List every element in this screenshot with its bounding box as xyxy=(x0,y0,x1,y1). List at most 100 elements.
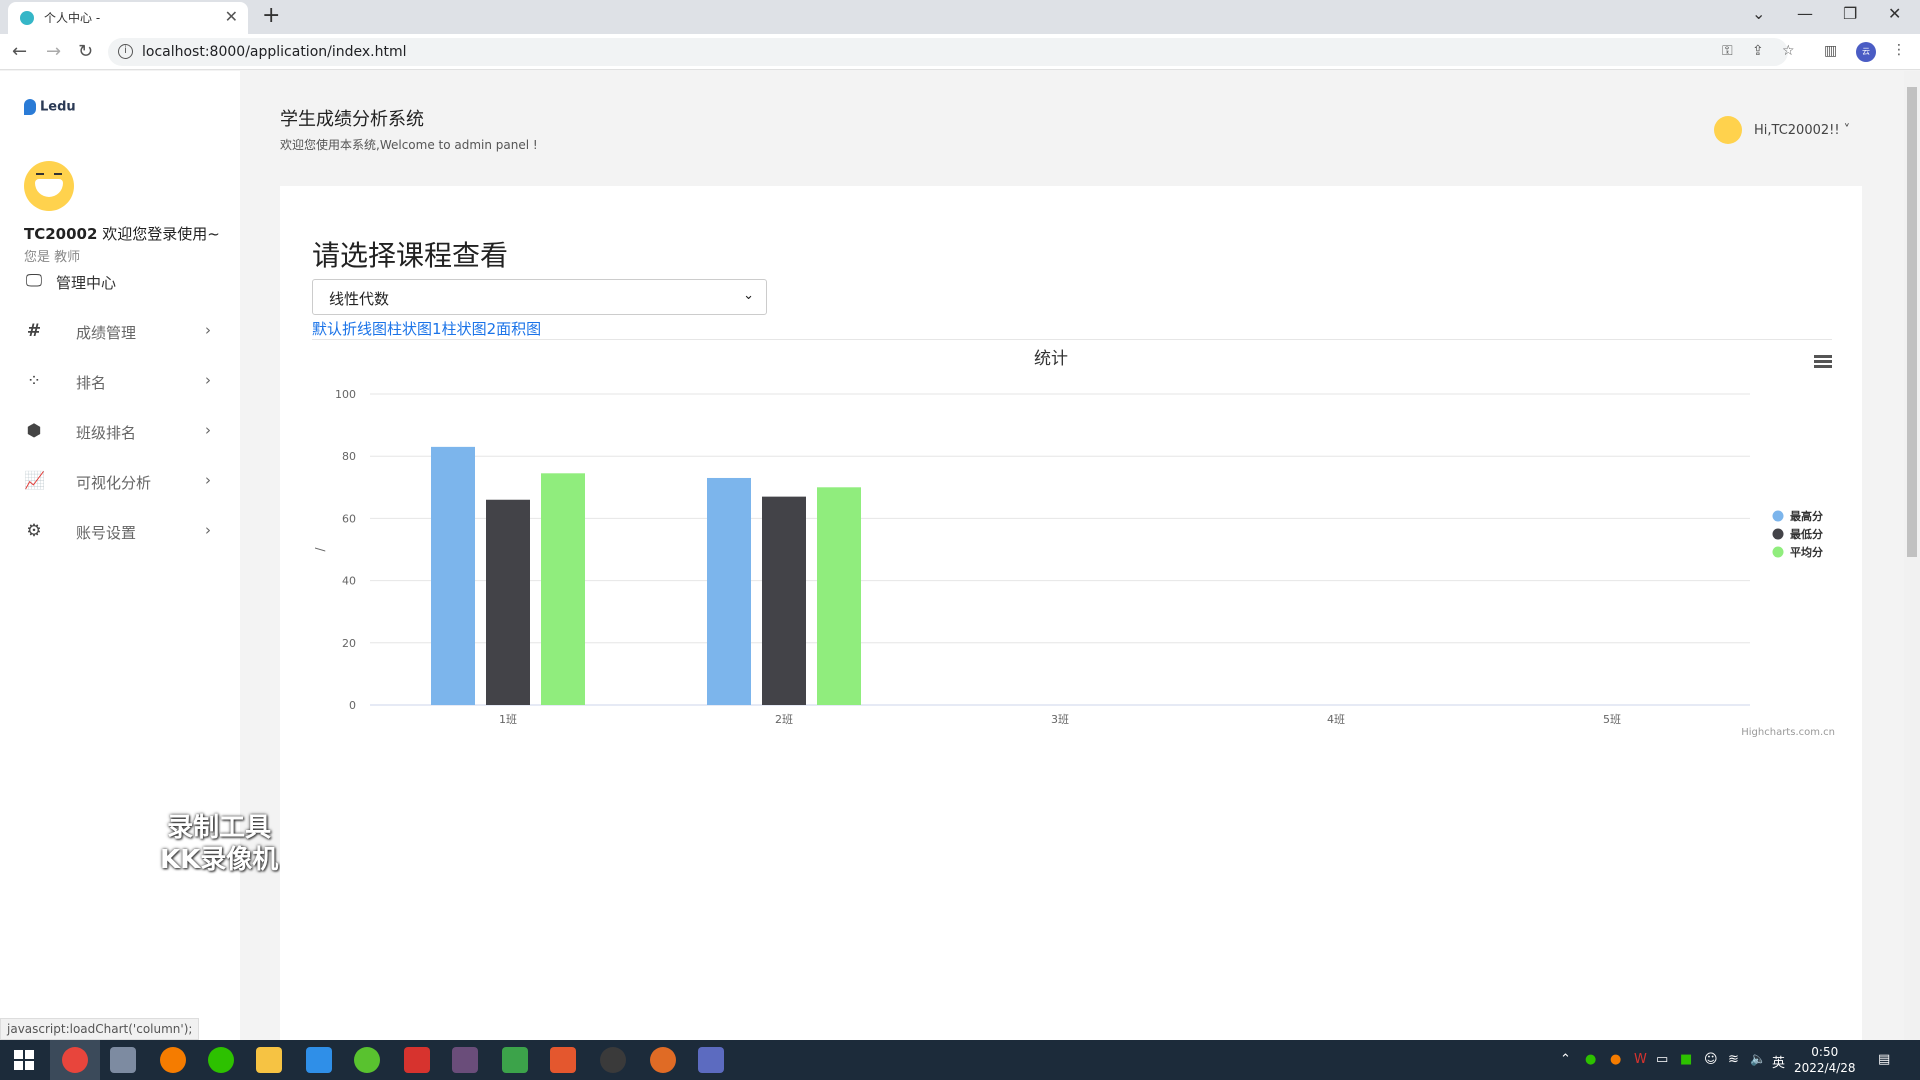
sidebar-item-grades[interactable]: # 成绩管理 › xyxy=(0,307,240,357)
course-select[interactable]: 线性代数 ⌄ xyxy=(312,279,767,315)
user-greeting: Hi,TC20002!! ˅ xyxy=(1754,123,1851,138)
browser-tab[interactable]: 个人中心 - ✕ xyxy=(8,2,248,34)
close-tab-icon[interactable]: ✕ xyxy=(225,7,238,26)
y-tick-label: 40 xyxy=(342,575,356,588)
address-bar[interactable]: i localhost:8000/application/index.html … xyxy=(108,38,1795,66)
chrome-icon[interactable] xyxy=(62,1047,88,1073)
line-chart-icon: 📈 xyxy=(24,471,46,491)
avatar xyxy=(24,161,74,211)
folder-icon[interactable] xyxy=(256,1047,282,1073)
volume-icon[interactable]: 🔈 xyxy=(1750,1052,1766,1067)
wps-icon[interactable] xyxy=(404,1047,430,1073)
course-heading: 请选择课程查看 xyxy=(312,239,509,272)
bar-chart: 统计 0 20 40 60 80 100 / 1班 2班 3班 4班 5班 最高分最低分平均分 Highch… xyxy=(313,349,1835,738)
bar-2 xyxy=(762,496,806,705)
y-tick-label: 0 xyxy=(349,699,356,712)
link-area-chart[interactable]: 面积图 xyxy=(496,320,541,338)
restore-icon[interactable]: ❐ xyxy=(1843,4,1857,23)
course-select-value: 线性代数 xyxy=(329,290,390,308)
sidebar-item-dashboard[interactable]: 🖵 管理中心 xyxy=(0,257,240,307)
chevron-right-icon: › xyxy=(205,371,211,389)
url-text[interactable]: localhost:8000/application/index.html xyxy=(142,44,407,60)
sidebar: Ledu TC20002 欢迎您登录使用~ 您是 教师 🖵 管理中心 # 成绩管… xyxy=(0,71,240,1040)
app-icon[interactable] xyxy=(306,1047,332,1073)
back-icon[interactable]: ← xyxy=(12,41,27,62)
close-window-icon[interactable]: ✕ xyxy=(1888,4,1901,23)
sidebar-item-label: 管理中心 xyxy=(56,274,117,292)
key-icon[interactable]: ⚿ xyxy=(1722,43,1733,59)
ime-indicator[interactable]: 英 xyxy=(1772,1052,1785,1071)
taskbar: ⌃ ● ● W ▭ ■ ☺ ≋ 🔈 英 0:50 2022/4/28 ▤ xyxy=(0,1040,1920,1080)
share-icon[interactable]: ⇪ xyxy=(1752,43,1764,59)
bar-3 xyxy=(541,473,585,705)
app-icon[interactable] xyxy=(550,1047,576,1073)
app-icon[interactable] xyxy=(452,1047,478,1073)
page-title: 学生成绩分析系统 xyxy=(280,109,424,130)
sidebar-item-ranking[interactable]: ⁘ 排名 › xyxy=(0,357,240,407)
y-tick-label: 80 xyxy=(342,450,356,463)
legend-label: 最低分 xyxy=(1790,527,1823,541)
legend-label: 最高分 xyxy=(1790,509,1823,523)
link-line-chart[interactable]: 默认折线图 xyxy=(312,320,387,338)
cube-icon: ⬢ xyxy=(26,421,42,441)
spinner-icon: ⁘ xyxy=(26,371,42,391)
app-icon[interactable] xyxy=(502,1047,528,1073)
chart-context-menu-icon[interactable] xyxy=(1814,355,1832,369)
tray-icon[interactable]: ■ xyxy=(1680,1052,1692,1067)
sidebar-item-label: 可视化分析 xyxy=(76,474,152,492)
windows-start-icon[interactable] xyxy=(14,1050,34,1070)
sidebar-item-class-ranking[interactable]: ⬢ 班级排名 › xyxy=(0,407,240,457)
menu-dots-icon[interactable]: ⋮ xyxy=(1892,42,1906,58)
minimize-icon[interactable]: — xyxy=(1797,4,1813,23)
bookmark-star-icon[interactable]: ☆ xyxy=(1782,43,1795,59)
app-icon[interactable] xyxy=(110,1047,136,1073)
search-app-icon[interactable] xyxy=(160,1047,186,1073)
browser-tabstrip: 个人中心 - ✕ + ⌄ — ❐ ✕ xyxy=(0,0,1920,34)
profile-avatar[interactable]: 云 xyxy=(1856,42,1876,62)
page-subtitle: 欢迎您使用本系统,Welcome to admin panel ! xyxy=(280,138,538,152)
x-tick-label: 1班 xyxy=(499,713,517,726)
notification-icon[interactable]: ▤ xyxy=(1878,1052,1890,1067)
wechat-icon[interactable] xyxy=(208,1047,234,1073)
hash-icon: # xyxy=(26,321,42,341)
side-panel-icon[interactable]: ▥ xyxy=(1824,43,1837,59)
sidebar-item-visualization[interactable]: 📈 可视化分析 › xyxy=(0,457,240,507)
wechat-tray-icon[interactable]: ● xyxy=(1585,1052,1596,1067)
chart-type-links: 默认折线图柱状图1柱状图2面积图 xyxy=(312,318,541,339)
welcome-text: 欢迎您登录使用~ xyxy=(97,225,220,243)
wifi-icon[interactable]: ≋ xyxy=(1728,1052,1739,1067)
status-bar: javascript:loadChart('column'); xyxy=(0,1018,200,1040)
scrollbar[interactable] xyxy=(1904,71,1920,1040)
reload-icon[interactable]: ↻ xyxy=(78,41,93,62)
browser-toolbar: ← → ↻ i localhost:8000/application/index… xyxy=(0,34,1920,70)
sidebar-item-label: 班级排名 xyxy=(76,424,137,442)
wps-tray-icon[interactable]: W xyxy=(1634,1052,1647,1067)
logo[interactable]: Ledu xyxy=(24,99,76,115)
app-icon[interactable] xyxy=(650,1047,676,1073)
tab-title: 个人中心 - xyxy=(44,11,101,25)
avatar-eye xyxy=(54,173,62,175)
tab-search-icon[interactable]: ⌄ xyxy=(1752,4,1765,23)
sidebar-item-label: 排名 xyxy=(76,374,107,392)
forward-icon[interactable]: → xyxy=(46,41,61,62)
y-tick-label: 20 xyxy=(342,637,356,650)
gear-icon: ⚙ xyxy=(26,521,42,541)
app-icon[interactable] xyxy=(600,1047,626,1073)
app-icon[interactable] xyxy=(698,1047,724,1073)
app-icon[interactable] xyxy=(354,1047,380,1073)
sidebar-item-account-settings[interactable]: ⚙ 账号设置 › xyxy=(0,507,240,557)
scroll-thumb[interactable] xyxy=(1907,87,1917,557)
user-id: TC20002 xyxy=(24,225,98,243)
y-axis-label: / xyxy=(313,547,327,552)
tray-chevron-icon[interactable]: ⌃ xyxy=(1560,1052,1571,1067)
link-bar-chart-2[interactable]: 柱状图2 xyxy=(442,320,497,338)
bar-2 xyxy=(486,499,530,705)
tray-icon[interactable]: ▭ xyxy=(1656,1052,1668,1067)
new-tab-icon[interactable]: + xyxy=(262,3,280,28)
site-info-icon[interactable]: i xyxy=(118,44,133,59)
clock[interactable]: 0:50 2022/4/28 xyxy=(1794,1044,1856,1076)
tray-icon[interactable]: ☺ xyxy=(1704,1052,1718,1067)
tray-icon[interactable]: ● xyxy=(1610,1052,1621,1067)
link-bar-chart-1[interactable]: 柱状图1 xyxy=(387,320,442,338)
avatar xyxy=(1714,116,1742,144)
